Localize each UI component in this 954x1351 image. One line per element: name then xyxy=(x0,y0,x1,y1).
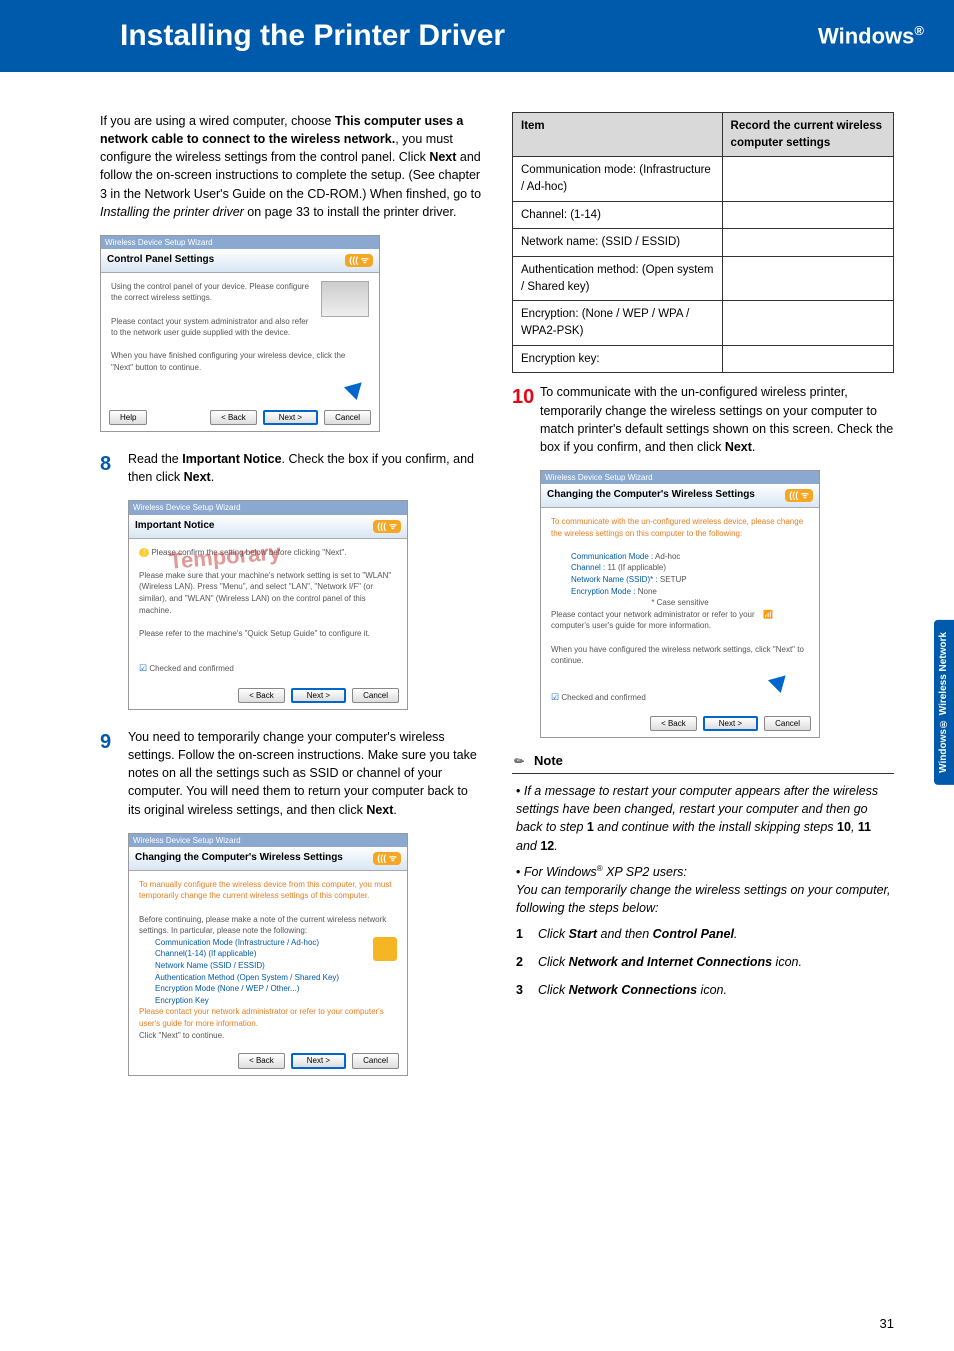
table-header-record: Record the current wireless computer set… xyxy=(722,113,893,157)
back-button[interactable]: < Back xyxy=(650,716,697,732)
next-button[interactable]: Next > xyxy=(263,410,318,426)
platform-label: Windows® xyxy=(818,23,924,49)
table-cell: Encryption key: xyxy=(513,345,723,373)
step-8: 8 Read the Important Notice. Check the b… xyxy=(100,450,482,486)
substep-2: 2 Click Network and Internet Connections… xyxy=(516,953,894,971)
next-button[interactable]: Next > xyxy=(703,716,758,732)
side-tab: Windows® Wireless Network xyxy=(934,620,954,785)
help-button[interactable]: Help xyxy=(109,410,147,426)
substep-3: 3 Click Network Connections icon. xyxy=(516,981,894,999)
screenshot-change-settings-2: Wireless Device Setup Wizard Changing th… xyxy=(540,470,820,738)
header-bar: Installing the Printer Driver Windows® xyxy=(0,0,954,72)
table-cell: Encryption: (None / WEP / WPA / WPA2-PSK… xyxy=(513,301,723,345)
cancel-button[interactable]: Cancel xyxy=(352,1053,399,1069)
wifi-icon: ((( ᯤ xyxy=(373,852,401,865)
table-header-item: Item xyxy=(513,113,723,157)
key-icon xyxy=(373,937,397,961)
note-header: ✎ Note xyxy=(512,752,894,774)
screenshot-important-notice: Wireless Device Setup Wizard Important N… xyxy=(128,500,408,710)
step-10: 10 To communicate with the un-configured… xyxy=(512,383,894,456)
table-cell: Network name: (SSID / ESSID) xyxy=(513,229,723,257)
pencil-icon: ✎ xyxy=(509,750,532,773)
arrow-icon xyxy=(344,376,368,400)
intro-paragraph: If you are using a wired computer, choos… xyxy=(100,112,482,221)
back-button[interactable]: < Back xyxy=(238,688,285,704)
checkbox-icon[interactable]: ☑ xyxy=(139,663,147,673)
page-title: Installing the Printer Driver xyxy=(120,19,505,53)
table-cell: Channel: (1-14) xyxy=(513,201,723,229)
wifi-icon: ((( ᯤ xyxy=(345,254,373,267)
wifi-icon: ((( ᯤ xyxy=(373,520,401,533)
cancel-button[interactable]: Cancel xyxy=(352,688,399,704)
back-button[interactable]: < Back xyxy=(238,1053,285,1069)
left-column: If you are using a wired computer, choos… xyxy=(100,112,482,1076)
wifi-graphic-icon: 📶 xyxy=(763,609,809,621)
note-item: For Windows® XP SP2 users: You can tempo… xyxy=(516,863,894,1000)
warning-icon: ! xyxy=(139,548,149,557)
wifi-icon: ((( ᯤ xyxy=(785,489,813,502)
step-number-9: 9 xyxy=(100,728,128,819)
page-number: 31 xyxy=(880,1316,894,1331)
next-button[interactable]: Next > xyxy=(291,688,346,704)
step-number-10: 10 xyxy=(512,383,540,456)
cancel-button[interactable]: Cancel xyxy=(764,716,811,732)
note-list: If a message to restart your computer ap… xyxy=(512,782,894,999)
step-9: 9 You need to temporarily change your co… xyxy=(100,728,482,819)
cancel-button[interactable]: Cancel xyxy=(324,410,371,426)
step-number-8: 8 xyxy=(100,450,128,486)
content: If you are using a wired computer, choos… xyxy=(0,72,954,1096)
monitor-icon xyxy=(321,281,369,317)
table-cell: Authentication method: (Open system / Sh… xyxy=(513,257,723,301)
screenshot-control-panel-settings: Wireless Device Setup Wizard Control Pan… xyxy=(100,235,380,432)
checkbox-icon[interactable]: ☑ xyxy=(551,692,559,702)
substep-1: 1 Click Start and then Control Panel. xyxy=(516,925,894,943)
note-item: If a message to restart your computer ap… xyxy=(516,782,894,855)
right-column: Item Record the current wireless compute… xyxy=(512,112,894,1076)
table-cell: Communication mode: (Infrastructure / Ad… xyxy=(513,157,723,201)
note-sublist: 1 Click Start and then Control Panel. 2 … xyxy=(516,925,894,999)
back-button[interactable]: < Back xyxy=(210,410,257,426)
wireless-settings-table: Item Record the current wireless compute… xyxy=(512,112,894,373)
next-button[interactable]: Next > xyxy=(291,1053,346,1069)
arrow-icon xyxy=(768,669,792,693)
screenshot-change-settings-1: Wireless Device Setup Wizard Changing th… xyxy=(128,833,408,1076)
